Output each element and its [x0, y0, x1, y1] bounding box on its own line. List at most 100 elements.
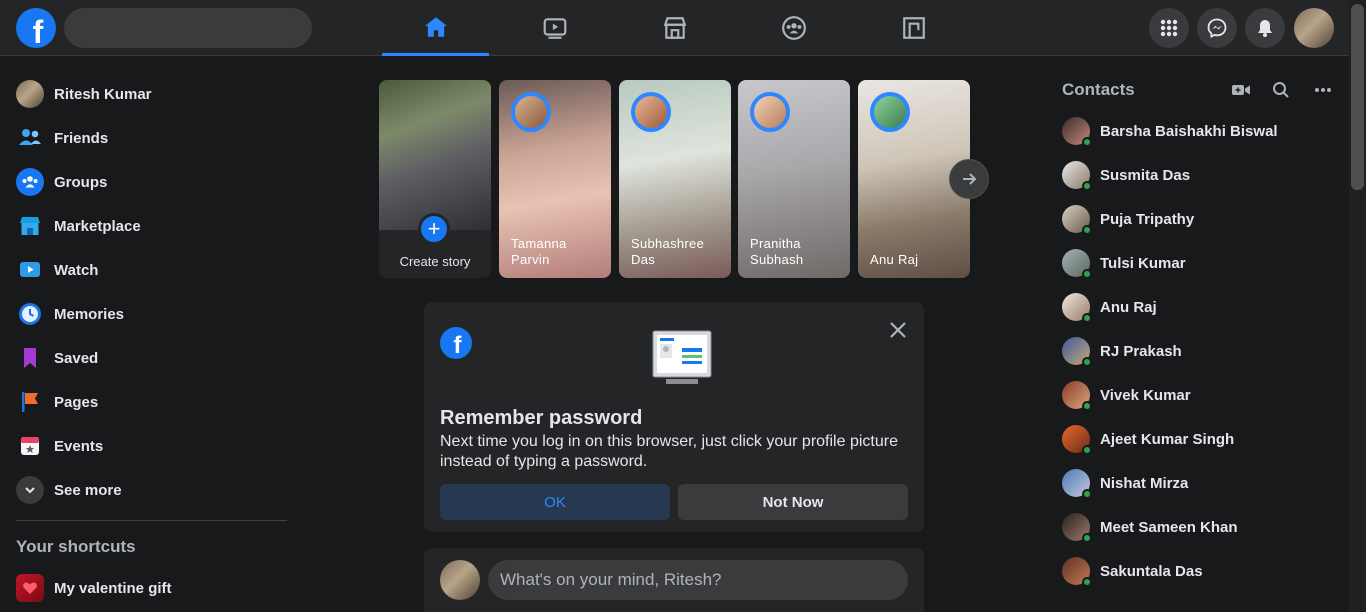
sidebar-item-label: Saved	[54, 349, 99, 367]
video-camera-icon	[1232, 85, 1250, 95]
sidebar-item-saved[interactable]: Saved	[16, 340, 98, 376]
contact-name: Meet Sameen Khan	[1100, 518, 1238, 536]
create-story-card[interactable]: + Create story	[379, 80, 491, 278]
bookmark-icon	[16, 344, 44, 372]
tab-marketplace[interactable]	[621, 0, 728, 56]
sidebar-item-label: Ritesh Kumar	[54, 85, 152, 103]
gaming-icon	[902, 17, 925, 39]
tab-home[interactable]	[382, 0, 489, 56]
messenger-button[interactable]	[1197, 8, 1237, 48]
contact-name: RJ Prakash	[1100, 342, 1182, 360]
avatar	[1062, 205, 1092, 235]
avatar[interactable]	[440, 560, 480, 600]
top-navigation-bar: f	[0, 0, 1349, 56]
contact-item[interactable]: Barsha Baishakhi Biswal	[1062, 113, 1278, 149]
calendar-icon	[16, 432, 44, 460]
post-composer: What's on your mind, Ritesh?	[424, 548, 924, 612]
sidebar-item-events[interactable]: Events	[16, 428, 103, 464]
chevron-down-icon	[16, 476, 44, 504]
stories-next-button[interactable]	[949, 159, 989, 199]
scrollbar-thumb[interactable]	[1351, 4, 1364, 190]
story-author: Tamanna Parvin	[511, 236, 567, 267]
sidebar-item-marketplace[interactable]: Marketplace	[16, 208, 141, 244]
shortcuts-heading: Your shortcuts	[16, 537, 136, 556]
friends-icon	[16, 124, 44, 152]
sidebar-item-label: Pages	[54, 393, 99, 411]
marketplace-icon	[663, 17, 686, 39]
avatar	[1062, 161, 1092, 191]
arrow-right-icon	[963, 173, 977, 185]
search-icon	[1273, 82, 1289, 98]
story-author: Anu Raj	[870, 252, 919, 267]
contact-item[interactable]: Susmita Das	[1062, 157, 1190, 193]
search-input[interactable]	[64, 8, 312, 48]
ok-button[interactable]: OK	[440, 484, 670, 520]
contact-item[interactable]: Nishat Mirza	[1062, 465, 1188, 501]
notifications-button[interactable]	[1245, 8, 1285, 48]
avatar	[631, 92, 671, 132]
grid-menu-icon	[1160, 19, 1178, 37]
tab-gaming[interactable]	[860, 0, 967, 56]
avatar	[750, 92, 790, 132]
facebook-logo[interactable]: f	[16, 8, 56, 50]
avatar	[1062, 469, 1092, 499]
story-card[interactable]: Subhashree Das	[619, 80, 731, 278]
new-room-button[interactable]	[1231, 80, 1251, 100]
sidebar-item-friends[interactable]: Friends	[16, 120, 108, 156]
groups-icon	[16, 168, 44, 196]
story-card[interactable]: Pranitha Subhash	[738, 80, 850, 278]
contact-item[interactable]: Puja Tripathy	[1062, 201, 1194, 237]
close-button[interactable]	[886, 318, 910, 342]
shortcut-item[interactable]: My valentine gift	[16, 570, 172, 606]
contact-item[interactable]: Ajeet Kumar Singh	[1062, 421, 1234, 457]
sidebar-item-memories[interactable]: Memories	[16, 296, 124, 332]
contact-item[interactable]: Anu Raj	[1062, 289, 1157, 325]
contact-item[interactable]: Sakuntala Das	[1062, 553, 1203, 589]
avatar	[1062, 557, 1092, 587]
search-contacts-button[interactable]	[1271, 80, 1291, 100]
menu-button[interactable]	[1149, 8, 1189, 48]
plus-icon[interactable]: +	[418, 213, 450, 245]
contact-name: Susmita Das	[1100, 166, 1191, 184]
avatar	[16, 80, 44, 108]
contact-item[interactable]: Meet Sameen Khan	[1062, 509, 1238, 545]
story-author: Pranitha Subhash	[750, 236, 804, 267]
sidebar-item-groups[interactable]: Groups	[16, 164, 107, 200]
online-status-icon	[1082, 533, 1092, 543]
avatar	[1062, 117, 1092, 147]
status-input[interactable]: What's on your mind, Ritesh?	[488, 560, 908, 600]
avatar	[870, 92, 910, 132]
contact-name: Sakuntala Das	[1100, 562, 1203, 580]
sidebar-item-label: Friends	[54, 129, 109, 147]
contact-item[interactable]: Vivek Kumar	[1062, 377, 1191, 413]
groups-icon	[781, 16, 806, 40]
marketplace-icon	[16, 212, 44, 240]
flag-icon	[16, 388, 44, 416]
contacts-options-button[interactable]	[1313, 80, 1333, 100]
contact-name: Puja Tripathy	[1100, 210, 1195, 228]
online-status-icon	[1082, 577, 1092, 587]
contact-item[interactable]: RJ Prakash	[1062, 333, 1182, 369]
sidebar-item-profile[interactable]: Ritesh Kumar	[16, 76, 152, 112]
tab-groups[interactable]	[740, 0, 847, 56]
online-status-icon	[1082, 137, 1092, 147]
sidebar-see-more[interactable]: See more	[16, 472, 122, 508]
sidebar-divider	[16, 520, 287, 521]
story-card[interactable]: Tamanna Parvin	[499, 80, 611, 278]
messenger-icon	[1207, 18, 1227, 38]
tab-watch[interactable]	[501, 0, 608, 56]
bell-icon	[1258, 20, 1272, 37]
sidebar-item-label: Groups	[54, 173, 108, 191]
facebook-logo: f	[440, 327, 472, 359]
video-icon	[543, 18, 566, 39]
not-now-button[interactable]: Not Now	[678, 484, 908, 520]
contact-item[interactable]: Tulsi Kumar	[1062, 245, 1186, 281]
account-avatar[interactable]	[1294, 8, 1334, 48]
watch-icon	[16, 256, 44, 284]
online-status-icon	[1082, 357, 1092, 367]
contact-name: Vivek Kumar	[1100, 386, 1191, 404]
contact-name: Tulsi Kumar	[1100, 254, 1186, 272]
create-story-label: Create story	[399, 254, 471, 269]
sidebar-item-pages[interactable]: Pages	[16, 384, 98, 420]
sidebar-item-watch[interactable]: Watch	[16, 252, 98, 288]
